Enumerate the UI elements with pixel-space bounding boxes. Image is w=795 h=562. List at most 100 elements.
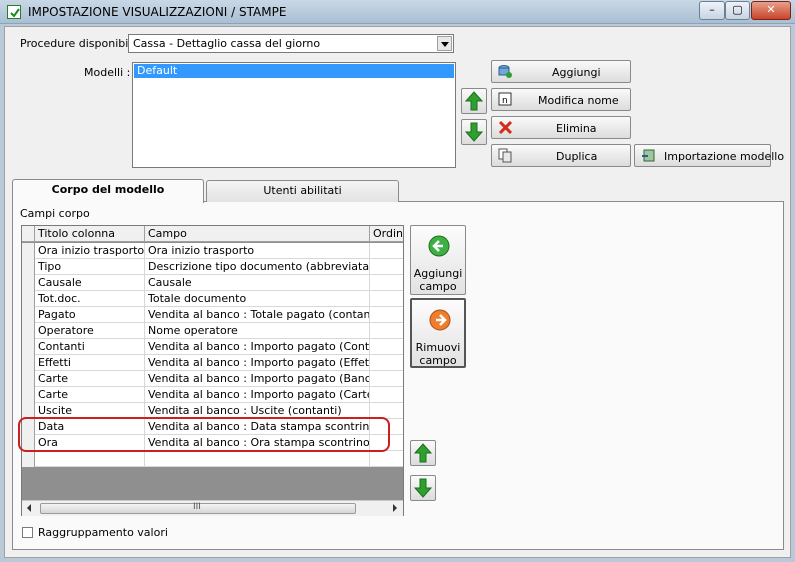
cell-field[interactable]: Totale documento bbox=[145, 291, 370, 307]
cell-field[interactable]: Descrizione tipo documento (abbreviata) bbox=[145, 259, 370, 275]
cell-field[interactable] bbox=[145, 451, 370, 467]
duplicate-model-label: Duplica bbox=[556, 150, 598, 163]
row-selector[interactable] bbox=[22, 259, 35, 275]
scroll-right-icon[interactable] bbox=[393, 504, 397, 512]
tab-model-body[interactable]: Corpo del modello bbox=[12, 179, 204, 203]
column-header-field[interactable]: Campo bbox=[145, 226, 370, 242]
grid-horizontal-scrollbar[interactable]: III bbox=[22, 500, 403, 516]
row-selector[interactable] bbox=[22, 371, 35, 387]
cell-title[interactable]: Causale bbox=[35, 275, 145, 291]
table-row[interactable]: Operatore Nome operatore bbox=[22, 323, 403, 339]
cell-field[interactable]: Ora inizio trasporto bbox=[145, 243, 370, 259]
tab-enabled-users[interactable]: Utenti abilitati bbox=[206, 180, 399, 202]
models-label: Modelli : bbox=[84, 66, 131, 79]
minimize-button[interactable]: – bbox=[699, 1, 725, 20]
close-button[interactable]: ✕ bbox=[751, 1, 791, 20]
cell-title[interactable]: Effetti bbox=[35, 355, 145, 371]
table-row[interactable]: Tot.doc. Totale documento bbox=[22, 291, 403, 307]
scroll-thumb[interactable]: III bbox=[40, 502, 356, 514]
add-field-button[interactable]: Aggiungi campo bbox=[410, 225, 466, 295]
table-row[interactable]: Carte Vendita al banco : Importo pagato (… bbox=[22, 371, 403, 387]
fields-grid[interactable]: Titolo colonna Campo Ordina Ora inizio t… bbox=[21, 225, 404, 516]
move-model-up-button[interactable] bbox=[461, 88, 487, 114]
cell-sort[interactable] bbox=[370, 323, 403, 339]
move-field-up-button[interactable] bbox=[410, 440, 436, 466]
duplicate-model-button[interactable]: Duplica bbox=[491, 144, 631, 167]
row-selector[interactable] bbox=[22, 307, 35, 323]
cell-field[interactable]: Vendita al banco : Importo pagato (Banco… bbox=[145, 371, 370, 387]
column-header-title[interactable]: Titolo colonna bbox=[35, 226, 145, 242]
cell-field[interactable]: Nome operatore bbox=[145, 323, 370, 339]
highlight-annotation bbox=[18, 417, 390, 452]
row-selector[interactable] bbox=[22, 243, 35, 259]
add-model-label: Aggiungi bbox=[552, 66, 601, 79]
table-row[interactable]: Tipo Descrizione tipo documento (abbrevia… bbox=[22, 259, 403, 275]
cell-title[interactable]: Operatore bbox=[35, 323, 145, 339]
cell-sort[interactable] bbox=[370, 355, 403, 371]
row-selector[interactable] bbox=[22, 323, 35, 339]
cell-sort[interactable] bbox=[370, 371, 403, 387]
table-row[interactable]: Ora inizio trasporto Ora inizio trasporto bbox=[22, 243, 403, 259]
models-listbox[interactable]: Default bbox=[132, 62, 456, 168]
cell-sort[interactable] bbox=[370, 307, 403, 323]
cell-field[interactable]: Vendita al banco : Importo pagato (Conta… bbox=[145, 339, 370, 355]
maximize-button[interactable]: ▢ bbox=[725, 1, 750, 20]
cell-title[interactable]: Contanti bbox=[35, 339, 145, 355]
procedures-selected: Cassa - Dettaglio cassa del giorno bbox=[133, 37, 321, 50]
database-add-icon bbox=[498, 65, 512, 78]
row-selector[interactable] bbox=[22, 339, 35, 355]
cell-field[interactable]: Vendita al banco : Importo pagato (Effet… bbox=[145, 355, 370, 371]
import-icon bbox=[642, 149, 655, 162]
column-header-sort[interactable]: Ordina bbox=[370, 226, 403, 242]
grouping-checkbox[interactable] bbox=[22, 527, 33, 538]
cell-sort[interactable] bbox=[370, 291, 403, 307]
move-field-down-button[interactable] bbox=[410, 475, 436, 501]
cell-sort[interactable] bbox=[370, 387, 403, 403]
table-row[interactable] bbox=[22, 451, 403, 467]
add-model-button[interactable]: Aggiungi bbox=[491, 60, 631, 83]
row-selector[interactable] bbox=[22, 451, 35, 467]
cell-field[interactable]: Vendita al banco : Totale pagato (contan… bbox=[145, 307, 370, 323]
row-selector[interactable] bbox=[22, 291, 35, 307]
arrow-up-icon bbox=[414, 443, 432, 463]
cell-title[interactable]: Tipo bbox=[35, 259, 145, 275]
table-row[interactable]: Effetti Vendita al banco : Importo pagato… bbox=[22, 355, 403, 371]
delete-model-label: Elimina bbox=[556, 122, 597, 135]
cell-title[interactable]: Pagato bbox=[35, 307, 145, 323]
cell-field[interactable]: Causale bbox=[145, 275, 370, 291]
cell-title[interactable]: Carte bbox=[35, 371, 145, 387]
remove-field-button[interactable]: Rimuovi campo bbox=[410, 298, 466, 368]
cell-sort[interactable] bbox=[370, 451, 403, 467]
rename-model-button[interactable]: n Modifica nome bbox=[491, 88, 631, 111]
table-row[interactable]: Causale Causale bbox=[22, 275, 403, 291]
procedures-dropdown[interactable]: Cassa - Dettaglio cassa del giorno bbox=[128, 34, 454, 53]
procedures-label: Procedure disponibili : bbox=[20, 37, 142, 50]
delete-model-button[interactable]: Elimina bbox=[491, 116, 631, 139]
scroll-left-icon[interactable] bbox=[27, 504, 31, 512]
cell-title[interactable]: Carte bbox=[35, 387, 145, 403]
table-row[interactable]: Carte Vendita al banco : Importo pagato (… bbox=[22, 387, 403, 403]
checkmark-app-icon bbox=[7, 5, 21, 19]
cell-title[interactable]: Tot.doc. bbox=[35, 291, 145, 307]
row-selector[interactable] bbox=[22, 355, 35, 371]
models-list-item[interactable]: Default bbox=[134, 64, 454, 78]
cell-sort[interactable] bbox=[370, 275, 403, 291]
table-row[interactable]: Pagato Vendita al banco : Totale pagato (… bbox=[22, 307, 403, 323]
arrow-down-icon bbox=[465, 122, 483, 142]
cell-title[interactable]: Ora inizio trasporto bbox=[35, 243, 145, 259]
svg-text:n: n bbox=[502, 96, 508, 106]
grid-header: Titolo colonna Campo Ordina bbox=[22, 226, 403, 242]
row-selector[interactable] bbox=[22, 275, 35, 291]
remove-field-label: Rimuovi campo bbox=[415, 341, 461, 367]
move-model-down-button[interactable] bbox=[461, 119, 487, 145]
row-selector[interactable] bbox=[22, 387, 35, 403]
chevron-down-icon[interactable] bbox=[437, 36, 452, 51]
table-row[interactable]: Contanti Vendita al banco : Importo pagat… bbox=[22, 339, 403, 355]
arrow-down-icon bbox=[414, 478, 432, 498]
cell-title[interactable] bbox=[35, 451, 145, 467]
cell-sort[interactable] bbox=[370, 259, 403, 275]
cell-sort[interactable] bbox=[370, 339, 403, 355]
cell-sort[interactable] bbox=[370, 243, 403, 259]
import-model-button[interactable]: Importazione modello bbox=[634, 144, 784, 167]
cell-field[interactable]: Vendita al banco : Importo pagato (Carte… bbox=[145, 387, 370, 403]
